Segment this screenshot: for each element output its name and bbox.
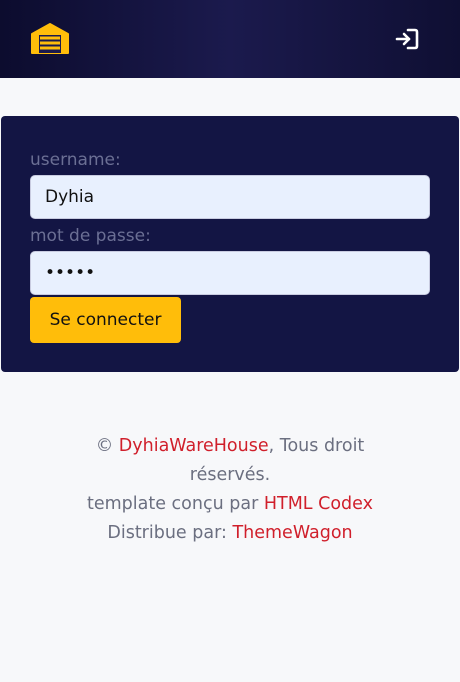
themewagon-link[interactable]: ThemeWagon: [232, 523, 352, 543]
username-input[interactable]: [30, 175, 430, 219]
login-button[interactable]: Se connecter: [30, 297, 181, 343]
sign-in-icon[interactable]: [394, 26, 420, 52]
password-label: mot de passe:: [30, 226, 151, 246]
rights-text: , Tous droit: [268, 436, 365, 456]
password-input[interactable]: [30, 251, 430, 295]
html-codex-link[interactable]: HTML Codex: [264, 494, 373, 514]
distribution-credit: Distribue par: ThemeWagon: [60, 519, 400, 548]
site-name-link[interactable]: DyhiaWareHouse: [119, 436, 269, 456]
template-credit: template conçu par HTML Codex: [60, 490, 400, 519]
username-label: username:: [30, 150, 121, 170]
distrib-text: Distribue par:: [107, 523, 233, 543]
footer: © DyhiaWareHouse, Tous droit réservés. t…: [60, 432, 400, 548]
copyright-symbol: ©: [95, 436, 114, 456]
copyright-line: © DyhiaWareHouse, Tous droit: [60, 432, 400, 461]
rights-text-line2: réservés.: [189, 465, 271, 485]
template-text: template conçu par: [87, 494, 264, 514]
warehouse-icon[interactable]: [30, 22, 70, 54]
top-navbar: [0, 0, 460, 78]
